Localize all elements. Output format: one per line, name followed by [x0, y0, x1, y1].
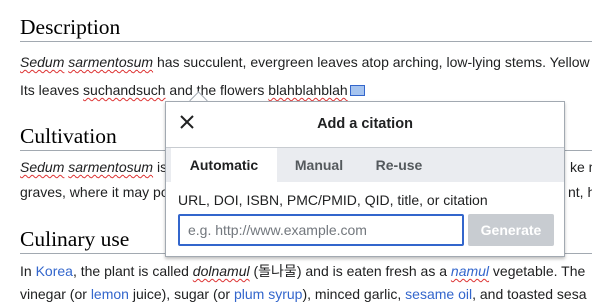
citation-tabs: Automatic Manual Re-use	[166, 147, 564, 182]
spellcheck-word: sarmentosum	[68, 54, 154, 70]
dialog-header: Add a citation	[166, 102, 564, 146]
text-run: vinegar (or	[20, 286, 91, 302]
section-heading-cultivation: Cultivation	[20, 124, 117, 148]
link-lemon[interactable]: lemon	[91, 286, 129, 302]
text-run: ), minced garlic,	[302, 286, 406, 302]
paragraph-line-tail: nt, h	[568, 184, 592, 200]
tab-reuse[interactable]: Re-use	[361, 148, 437, 182]
text-run: In	[20, 263, 36, 279]
paragraph-line: Sedum sarmentosum is	[20, 158, 167, 176]
text-run: vegetable. The	[489, 263, 586, 279]
paragraph-line: graves, where it may po	[20, 184, 169, 200]
section-heading-culinary-use: Culinary use	[20, 227, 130, 251]
link-sesame-oil[interactable]: sesame oil	[405, 286, 472, 302]
citation-marker-icon[interactable]	[349, 85, 365, 96]
text-run: , the plant is called	[72, 263, 193, 279]
section-heading-description: Description	[20, 15, 121, 39]
spellcheck-word: suchandsuch	[83, 82, 166, 98]
paragraph-line-tail: ke m	[570, 159, 592, 175]
section-divider	[20, 41, 592, 42]
text-run: , and toasted sesa	[472, 286, 587, 302]
text-run: juice), sugar (or	[128, 286, 234, 302]
paragraph-line: Sedum sarmentosum has succulent, evergre…	[20, 53, 590, 71]
text-run: has succulent, evergreen leaves atop arc…	[153, 54, 590, 70]
close-button[interactable]	[176, 113, 198, 135]
text-run: and the flowers	[165, 82, 269, 98]
link-korea[interactable]: Korea	[36, 263, 73, 279]
spellcheck-word: sarmentosum	[68, 159, 154, 175]
text-run: (돌나물) and is eaten fresh as a	[249, 263, 451, 279]
paragraph-line: In Korea, the plant is called dolnamul (…	[20, 262, 585, 280]
close-icon	[179, 114, 195, 135]
citation-source-label: URL, DOI, ISBN, PMC/PMID, QID, title, or…	[178, 192, 488, 208]
paragraph-line: vinegar (or lemon juice), sugar (or plum…	[20, 285, 587, 303]
dialog-title: Add a citation	[317, 116, 413, 132]
link-plum-syrup[interactable]: plum syrup	[234, 286, 302, 302]
citation-source-input[interactable]	[178, 214, 464, 246]
generate-button[interactable]: Generate	[468, 214, 554, 246]
spellcheck-word: dolnamul	[192, 263, 250, 279]
link-namul[interactable]: namul	[451, 263, 489, 279]
tab-manual[interactable]: Manual	[277, 148, 361, 182]
add-citation-dialog: Add a citation Automatic Manual Re-use U…	[165, 101, 565, 257]
text-run: Its leaves	[20, 82, 84, 98]
spellcheck-word: blahblahblah	[268, 82, 348, 98]
spellcheck-word: Sedum	[20, 54, 65, 70]
tab-automatic[interactable]: Automatic	[171, 148, 277, 182]
spellcheck-word: Sedum	[20, 159, 65, 175]
